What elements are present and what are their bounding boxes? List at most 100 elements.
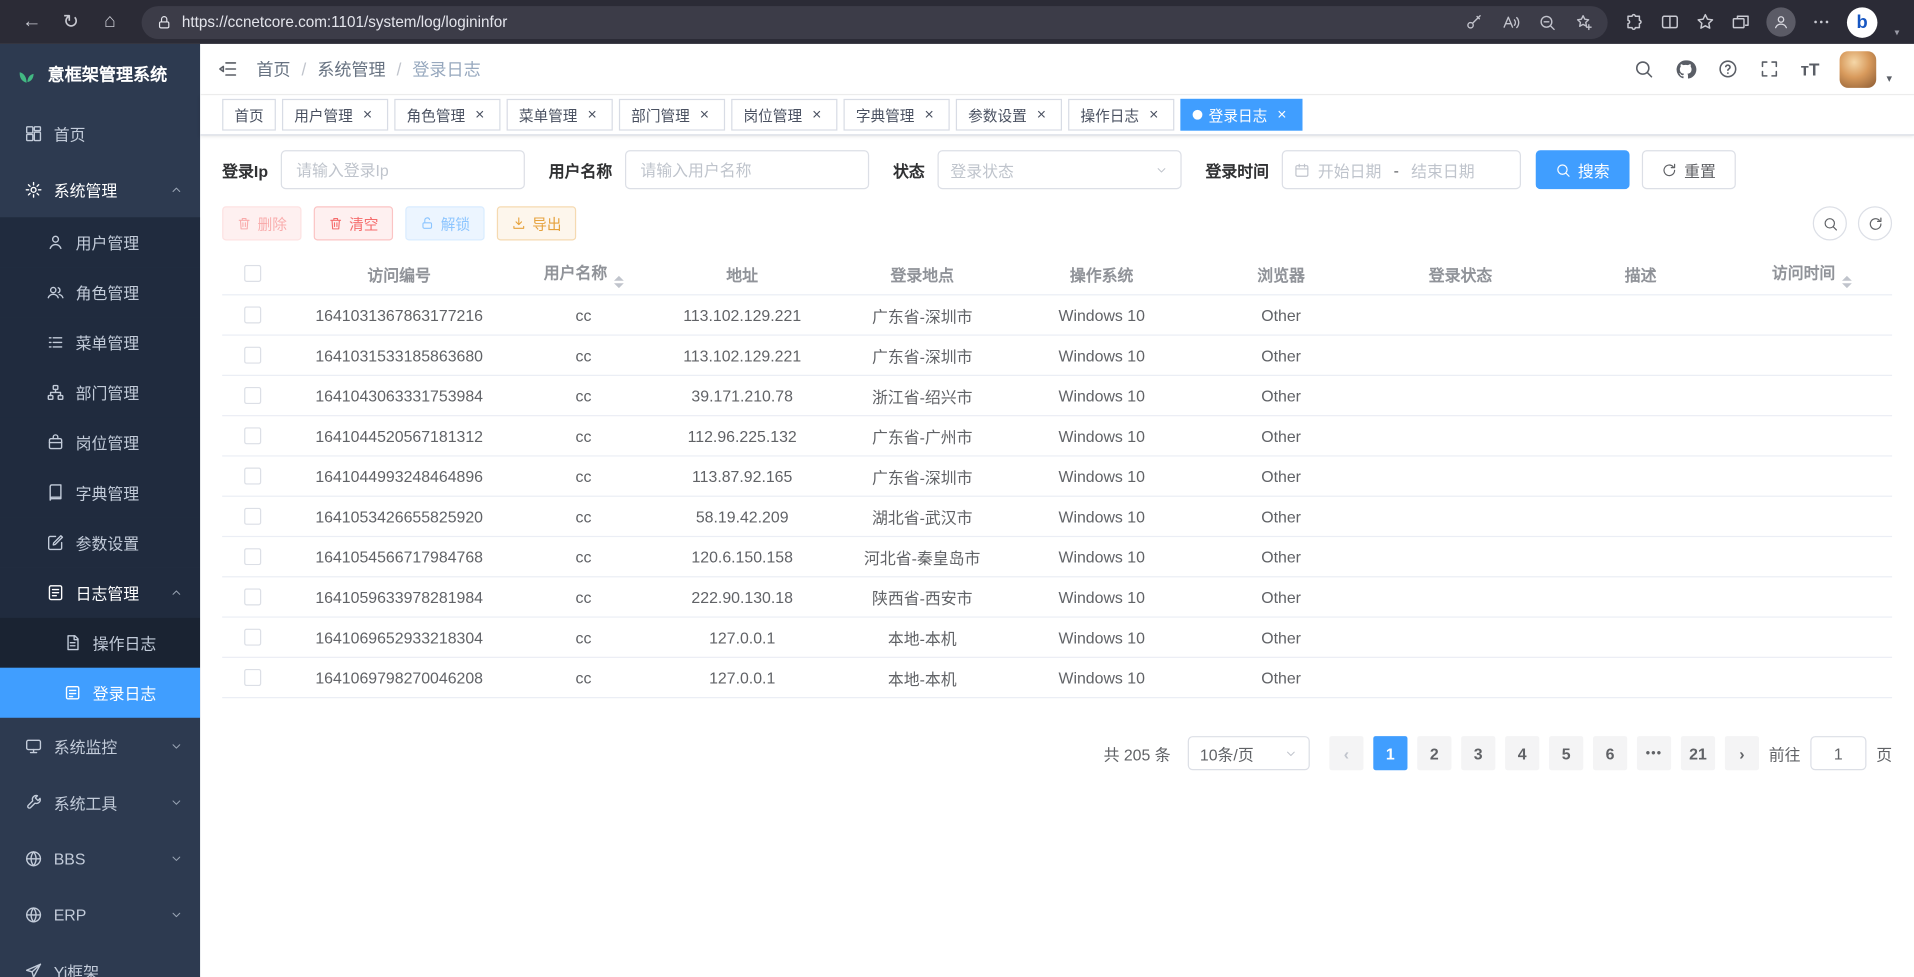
avatar-caret-icon[interactable]: ▾ bbox=[1887, 71, 1893, 84]
row-checkbox[interactable] bbox=[244, 629, 261, 646]
zoom-out-icon[interactable] bbox=[1538, 13, 1556, 31]
browser-home-icon[interactable]: ⌂ bbox=[90, 5, 129, 39]
font-size-icon[interactable]: тT bbox=[1801, 59, 1820, 79]
tab-close-icon[interactable]: × bbox=[808, 106, 825, 123]
row-checkbox[interactable] bbox=[244, 548, 261, 565]
sidebar-item-system-management[interactable]: 系统管理 bbox=[0, 161, 200, 217]
table-row[interactable]: 1641069652933218304 cc 127.0.0.1 本地-本机 W… bbox=[222, 618, 1892, 658]
sidebar-item-yi-framework[interactable]: Yi框架 bbox=[0, 942, 200, 977]
page-button-1[interactable]: 1 bbox=[1373, 736, 1407, 770]
browser-settings-more-icon[interactable] bbox=[1811, 12, 1831, 32]
tab-role-management[interactable]: 角色管理× bbox=[394, 99, 500, 131]
refresh-table-button[interactable] bbox=[1858, 206, 1892, 240]
tab-close-icon[interactable]: × bbox=[1033, 106, 1050, 123]
sidebar-item-system-monitor[interactable]: 系统监控 bbox=[0, 718, 200, 774]
add-favorite-icon[interactable] bbox=[1575, 13, 1593, 31]
tab-close-icon[interactable]: × bbox=[584, 106, 601, 123]
clear-button[interactable]: 清空 bbox=[314, 206, 393, 240]
table-row[interactable]: 1641044520567181312 cc 112.96.225.132 广东… bbox=[222, 416, 1892, 456]
tab-dept-management[interactable]: 部门管理× bbox=[619, 99, 725, 131]
browser-reload-icon[interactable]: ↻ bbox=[51, 5, 90, 39]
bing-caret-icon[interactable]: ▾ bbox=[1895, 26, 1900, 37]
page-size-select[interactable]: 10条/页 bbox=[1188, 736, 1310, 770]
tab-close-icon[interactable]: × bbox=[921, 106, 938, 123]
split-screen-icon[interactable] bbox=[1660, 12, 1680, 32]
tab-close-icon[interactable]: × bbox=[1273, 106, 1290, 123]
tab-dict-management[interactable]: 字典管理× bbox=[844, 99, 950, 131]
table-row[interactable]: 1641031533185863680 cc 113.102.129.221 广… bbox=[222, 336, 1892, 376]
password-key-icon[interactable] bbox=[1465, 13, 1483, 31]
row-checkbox[interactable] bbox=[244, 669, 261, 686]
page-button-21[interactable]: 21 bbox=[1681, 736, 1715, 770]
column-user-name[interactable]: 用户名称 bbox=[515, 259, 652, 287]
extensions-icon[interactable] bbox=[1625, 12, 1645, 32]
sidebar-item-operation-log[interactable]: 操作日志 bbox=[0, 618, 200, 668]
toggle-search-button[interactable] bbox=[1813, 206, 1847, 240]
end-date-placeholder[interactable]: 结束日期 bbox=[1411, 158, 1474, 181]
sidebar-item-param-settings[interactable]: 参数设置 bbox=[0, 518, 200, 568]
reset-button[interactable]: 重置 bbox=[1641, 150, 1735, 189]
tab-close-icon[interactable]: × bbox=[1145, 106, 1162, 123]
tab-close-icon[interactable]: × bbox=[359, 106, 376, 123]
row-checkbox[interactable] bbox=[244, 306, 261, 323]
tab-param-settings[interactable]: 参数设置× bbox=[956, 99, 1062, 131]
tab-close-icon[interactable]: × bbox=[696, 106, 713, 123]
sidebar-collapse-icon[interactable] bbox=[217, 59, 238, 80]
delete-button[interactable]: 删除 bbox=[222, 206, 301, 240]
sort-icon[interactable] bbox=[613, 275, 623, 287]
table-row[interactable]: 1641054566717984768 cc 120.6.150.158 河北省… bbox=[222, 537, 1892, 577]
tab-post-management[interactable]: 岗位管理× bbox=[731, 99, 837, 131]
sort-icon[interactable] bbox=[1841, 275, 1851, 287]
sidebar-item-dashboard[interactable]: 首页 bbox=[0, 105, 200, 161]
github-icon[interactable] bbox=[1675, 58, 1697, 80]
page-button-3[interactable]: 3 bbox=[1461, 736, 1495, 770]
table-row[interactable]: 1641043063331753984 cc 39.171.210.78 浙江省… bbox=[222, 376, 1892, 416]
page-button-2[interactable]: 2 bbox=[1417, 736, 1451, 770]
user-avatar[interactable] bbox=[1840, 51, 1877, 88]
table-row[interactable]: 1641059633978281984 cc 222.90.130.18 陕西省… bbox=[222, 577, 1892, 617]
next-page-button[interactable]: › bbox=[1725, 736, 1759, 770]
collections-icon[interactable] bbox=[1731, 12, 1751, 32]
sidebar-item-dict-management[interactable]: 字典管理 bbox=[0, 468, 200, 518]
tab-user-management[interactable]: 用户管理× bbox=[282, 99, 388, 131]
row-checkbox[interactable] bbox=[244, 468, 261, 485]
url-bar[interactable]: https://ccnetcore.com:1101/system/log/lo… bbox=[142, 5, 1608, 38]
browser-back-icon[interactable]: ← bbox=[12, 5, 51, 39]
export-button[interactable]: 导出 bbox=[497, 206, 576, 240]
table-row[interactable]: 1641031367863177216 cc 113.102.129.221 广… bbox=[222, 295, 1892, 335]
unlock-button[interactable]: 解锁 bbox=[405, 206, 484, 240]
row-checkbox[interactable] bbox=[244, 347, 261, 364]
page-button-6[interactable]: 6 bbox=[1593, 736, 1627, 770]
date-range-picker[interactable]: 开始日期 - 结束日期 bbox=[1281, 150, 1520, 189]
row-checkbox[interactable] bbox=[244, 387, 261, 404]
column-time[interactable]: 访问时间 bbox=[1731, 259, 1892, 287]
row-checkbox[interactable] bbox=[244, 508, 261, 525]
help-icon[interactable] bbox=[1718, 59, 1739, 80]
favorites-icon[interactable] bbox=[1696, 12, 1716, 32]
prev-page-button[interactable]: ‹ bbox=[1329, 736, 1363, 770]
more-pages-icon[interactable]: ••• bbox=[1637, 736, 1671, 770]
bing-copilot-icon[interactable]: b bbox=[1847, 7, 1878, 38]
sidebar-item-system-tools[interactable]: 系统工具 bbox=[0, 774, 200, 830]
sidebar-item-post-management[interactable]: 岗位管理 bbox=[0, 417, 200, 467]
sidebar-item-dept-management[interactable]: 部门管理 bbox=[0, 367, 200, 417]
sidebar-item-login-log[interactable]: 登录日志 bbox=[0, 668, 200, 718]
login-ip-input[interactable] bbox=[280, 150, 524, 189]
goto-page-input[interactable] bbox=[1810, 736, 1866, 770]
page-button-4[interactable]: 4 bbox=[1505, 736, 1539, 770]
tab-close-icon[interactable]: × bbox=[471, 106, 488, 123]
start-date-placeholder[interactable]: 开始日期 bbox=[1318, 158, 1381, 181]
row-checkbox[interactable] bbox=[244, 588, 261, 605]
url-text[interactable]: https://ccnetcore.com:1101/system/log/lo… bbox=[182, 13, 507, 30]
table-row[interactable]: 1641044993248464896 cc 113.87.92.165 广东省… bbox=[222, 457, 1892, 497]
table-row[interactable]: 1641069798270046208 cc 127.0.0.1 本地-本机 W… bbox=[222, 658, 1892, 698]
fullscreen-icon[interactable] bbox=[1759, 59, 1780, 80]
sidebar-item-menu-management[interactable]: 菜单管理 bbox=[0, 317, 200, 367]
user-name-input[interactable] bbox=[624, 150, 868, 189]
row-checkbox[interactable] bbox=[244, 427, 261, 444]
breadcrumb-home[interactable]: 首页 bbox=[256, 57, 290, 81]
search-button[interactable]: 搜索 bbox=[1535, 150, 1629, 189]
breadcrumb-system[interactable]: 系统管理 bbox=[317, 57, 385, 81]
tab-login-log[interactable]: 登录日志× bbox=[1181, 99, 1303, 131]
read-aloud-icon[interactable] bbox=[1501, 13, 1519, 31]
